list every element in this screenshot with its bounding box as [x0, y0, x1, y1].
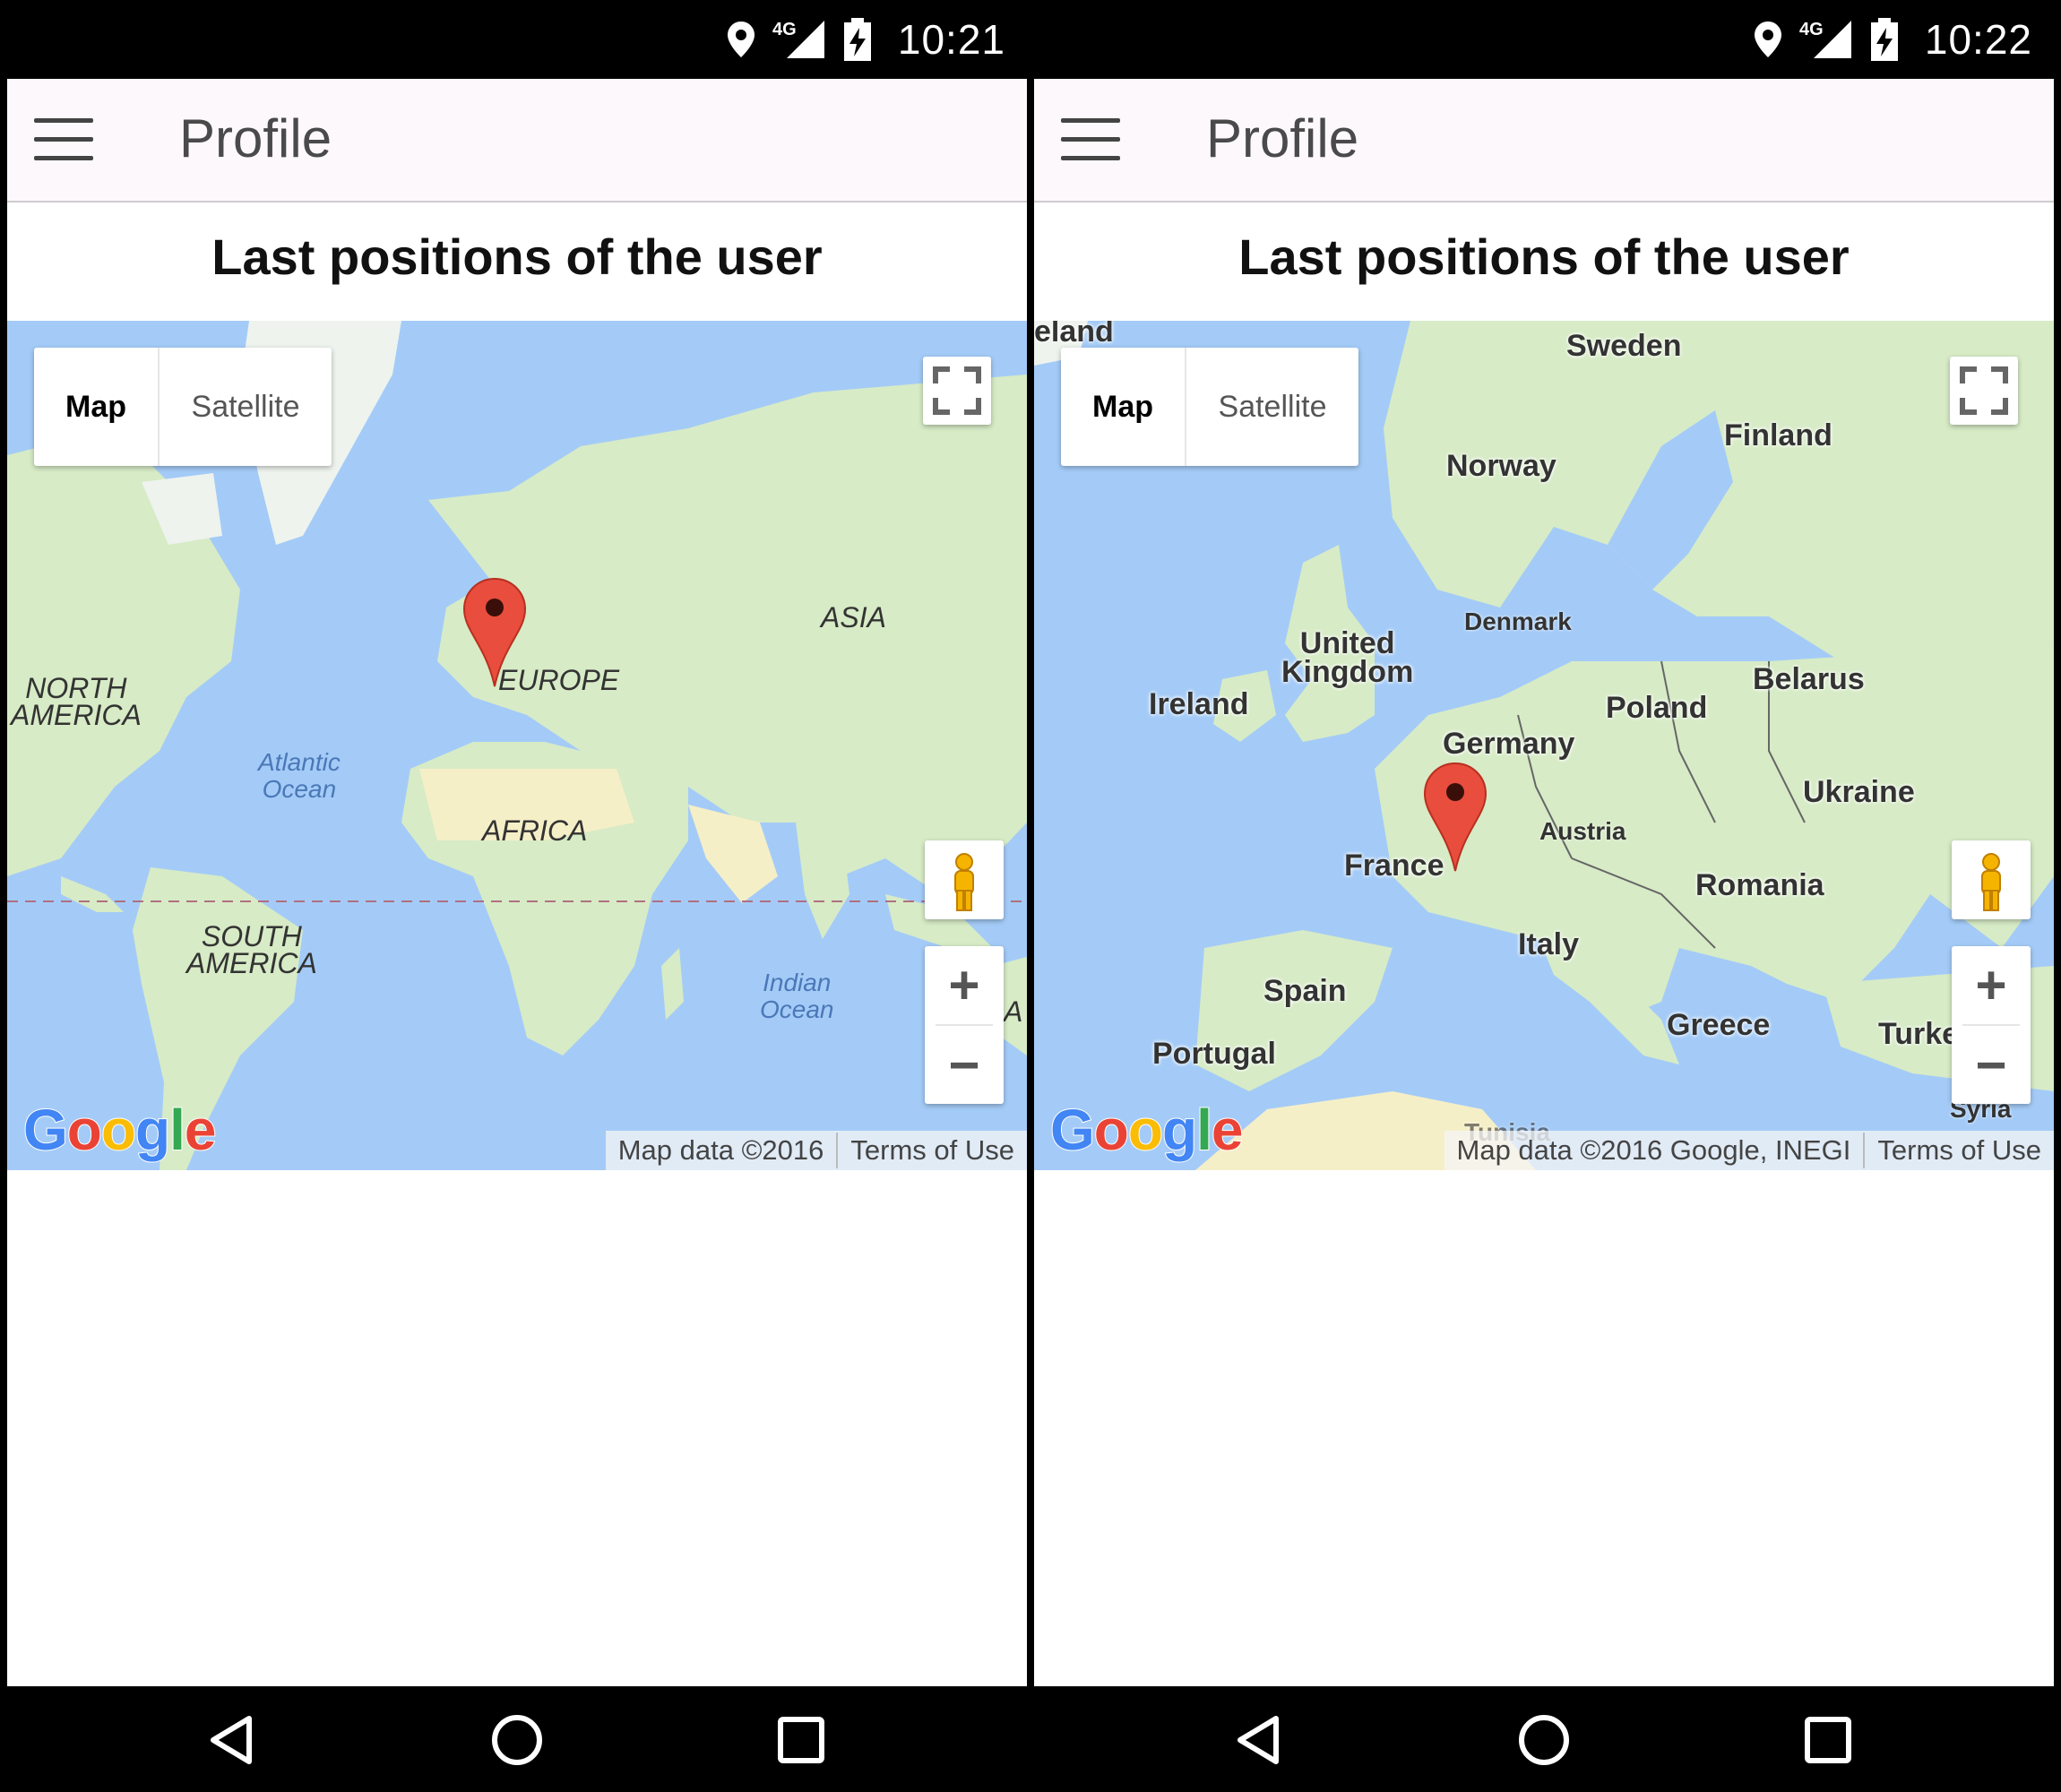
signal-4g-icon: 4G: [772, 20, 824, 58]
map-type-map-button[interactable]: Map: [1061, 348, 1186, 466]
navigation-bar: [7, 1686, 1027, 1792]
map-view[interactable]: eland Sweden Finland Norway Denmark Unit…: [1034, 321, 2054, 1170]
map-label-indian-ocean: Indian Ocean: [760, 969, 834, 1023]
page-title: Profile: [179, 108, 332, 168]
zoom-out-icon[interactable]: −: [1952, 1026, 2031, 1104]
back-icon[interactable]: [1233, 1713, 1287, 1767]
map-type-satellite-button[interactable]: Satellite: [1186, 348, 1358, 466]
recents-icon[interactable]: [1801, 1713, 1855, 1767]
map-label-australia-partial: A: [1004, 995, 1023, 1028]
app-bar: Profile: [7, 79, 1027, 202]
phone-screen-left: 4G 10:21 Profile Last positions of the u…: [7, 0, 1027, 1792]
phone-screen-right: 4G 10:22 Profile Last positions of the u…: [1034, 0, 2054, 1792]
map-label-united-kingdom: United Kingdom: [1281, 626, 1414, 689]
signal-4g-icon: 4G: [1799, 20, 1851, 58]
map-type-control: Map Satellite: [34, 348, 332, 466]
network-type-label: 4G: [1799, 20, 1824, 39]
map-data-credit: Map data ©2016: [617, 1134, 824, 1166]
battery-charging-icon: [1870, 18, 1898, 61]
status-time: 10:21: [897, 16, 1005, 63]
map-attribution: Map data ©2016 Terms of Use: [605, 1131, 1027, 1170]
recents-icon[interactable]: [774, 1713, 828, 1767]
location-icon: [1754, 22, 1781, 57]
map-label-austria: Austria: [1539, 817, 1626, 845]
screen-divider: [1027, 0, 1034, 1792]
location-icon: [727, 22, 755, 57]
map-label-ukraine: Ukraine: [1803, 775, 1915, 809]
map-view[interactable]: NORTH AMERICA SOUTH AMERICA EUROPE ASIA AF…: [7, 321, 1027, 1170]
map-label-turkey: Turke: [1878, 1017, 1960, 1051]
menu-icon[interactable]: [34, 118, 93, 161]
map-label-sweden: Sweden: [1566, 329, 1682, 363]
map-data-credit: Map data ©2016 Google, INEGI: [1456, 1134, 1851, 1166]
map-label-ireland: Ireland: [1149, 687, 1249, 721]
map-label-romania: Romania: [1695, 868, 1824, 902]
pegman-icon[interactable]: [1952, 840, 2031, 919]
map-type-map-button[interactable]: Map: [34, 348, 160, 466]
navigation-bar: [1034, 1686, 2054, 1792]
zoom-out-icon[interactable]: −: [925, 1026, 1004, 1104]
zoom-control: + −: [1952, 946, 2031, 1104]
map-label-italy: Italy: [1518, 927, 1580, 961]
battery-charging-icon: [843, 18, 871, 61]
app-bar: Profile: [1034, 79, 2054, 202]
terms-of-use-link[interactable]: Terms of Use: [838, 1134, 1027, 1167]
home-icon[interactable]: [490, 1713, 544, 1767]
map-label-africa: AFRICA: [482, 814, 588, 847]
network-type-label: 4G: [772, 20, 797, 39]
map-label-spain: Spain: [1263, 974, 1347, 1008]
map-type-satellite-button[interactable]: Satellite: [160, 348, 332, 466]
main-content: Last positions of the user: [7, 202, 1027, 1686]
map-label-norway: Norway: [1446, 449, 1557, 483]
home-icon[interactable]: [1517, 1713, 1571, 1767]
zoom-in-icon[interactable]: +: [1952, 946, 2031, 1024]
terms-of-use-link[interactable]: Terms of Use: [1865, 1134, 2054, 1167]
google-logo: Google: [22, 1097, 217, 1163]
map-label-portugal: Portugal: [1152, 1037, 1276, 1071]
page-title: Profile: [1206, 108, 1359, 168]
map-label-belarus: Belarus: [1753, 662, 1865, 696]
map-label-north-america: NORTH AMERICA: [11, 672, 142, 731]
section-heading: Last positions of the user: [1238, 228, 1850, 285]
map-pin-icon[interactable]: [462, 577, 527, 688]
status-time: 10:22: [1924, 16, 2032, 63]
map-label-germany: Germany: [1443, 727, 1575, 761]
map-label-south-america: SOUTH AMERICA: [186, 920, 317, 979]
map-type-control: Map Satellite: [1061, 348, 1358, 466]
map-label-iceland: eland: [1034, 321, 1114, 349]
zoom-in-icon[interactable]: +: [925, 946, 1004, 1024]
pegman-icon[interactable]: [925, 840, 1004, 919]
status-bar: 4G 10:22: [1034, 0, 2054, 79]
zoom-control: + −: [925, 946, 1004, 1104]
map-label-asia: ASIA: [821, 601, 886, 633]
main-content: Last positions of the user: [1034, 202, 2054, 1686]
menu-icon[interactable]: [1061, 118, 1120, 161]
map-label-atlantic-ocean: Atlantic Ocean: [258, 748, 341, 803]
map-label-denmark: Denmark: [1464, 607, 1572, 635]
map-attribution: Map data ©2016 Google, INEGI Terms of Us…: [1444, 1131, 2054, 1170]
back-icon[interactable]: [206, 1713, 260, 1767]
fullscreen-icon[interactable]: [1950, 357, 2018, 425]
map-label-greece: Greece: [1667, 1008, 1771, 1042]
google-logo: Google: [1049, 1097, 1244, 1163]
map-label-finland: Finland: [1724, 418, 1832, 452]
section-heading: Last positions of the user: [211, 228, 823, 285]
map-pin-icon[interactable]: [1423, 762, 1488, 873]
map-label-poland: Poland: [1606, 691, 1708, 725]
status-bar: 4G 10:21: [7, 0, 1027, 79]
fullscreen-icon[interactable]: [923, 357, 991, 425]
